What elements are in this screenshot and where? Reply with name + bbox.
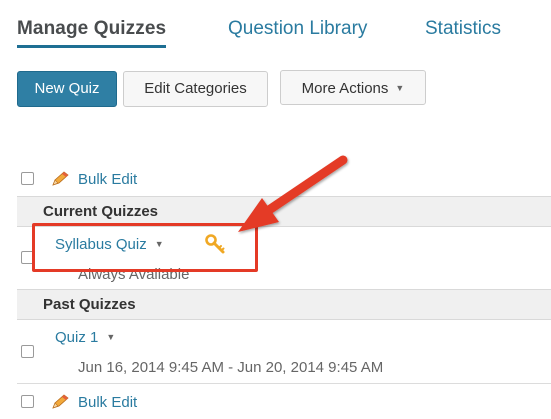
quiz-name-syllabus: Syllabus Quiz — [55, 236, 147, 253]
quiz-tabs: Manage Quizzes Question Library Statisti… — [0, 0, 551, 60]
tab-manage-quizzes[interactable]: Manage Quizzes — [17, 17, 167, 48]
chevron-down-icon[interactable]: ▼ — [155, 239, 164, 249]
select-all-checkbox-top[interactable] — [21, 172, 34, 185]
pencil-icon — [52, 171, 69, 186]
quiz-availability-syllabus: Always Available — [78, 266, 190, 283]
section-title-past: Past Quizzes — [43, 296, 136, 313]
bulk-edit-link-top[interactable]: Bulk Edit — [78, 171, 137, 189]
tab-manage-quizzes-label: Manage Quizzes — [17, 18, 167, 39]
section-header-current-quizzes: Current Quizzes — [17, 196, 551, 227]
bulk-edit-link-bottom[interactable]: Bulk Edit — [78, 394, 137, 412]
chevron-down-icon[interactable]: ▼ — [106, 332, 115, 342]
quiz-link-syllabus[interactable]: Syllabus Quiz ▼ — [55, 235, 164, 254]
tab-question-library[interactable]: Question Library — [228, 17, 367, 41]
pencil-icon — [52, 394, 69, 409]
active-tab-underline — [17, 45, 167, 48]
quiz-availability-quiz1: Jun 16, 2014 9:45 AM - Jun 20, 2014 9:45… — [78, 359, 384, 376]
more-actions-button[interactable]: More Actions ▼ — [280, 70, 426, 105]
select-all-checkbox-bottom[interactable] — [21, 395, 34, 408]
new-quiz-button[interactable]: New Quiz — [17, 71, 117, 107]
section-header-past-quizzes: Past Quizzes — [17, 289, 551, 320]
more-actions-label: More Actions — [301, 80, 389, 97]
quiz-link-quiz1[interactable]: Quiz 1 ▼ — [55, 328, 115, 347]
row-divider — [17, 383, 551, 384]
chevron-down-icon: ▼ — [395, 83, 405, 93]
edit-categories-button[interactable]: Edit Categories — [123, 71, 268, 107]
quiz-checkbox-syllabus[interactable] — [21, 251, 34, 264]
tab-statistics[interactable]: Statistics — [425, 17, 501, 41]
quiz-name-quiz1: Quiz 1 — [55, 329, 99, 346]
section-title-current: Current Quizzes — [43, 203, 159, 220]
key-icon — [205, 234, 225, 254]
quiz-checkbox-quiz1[interactable] — [21, 345, 34, 358]
